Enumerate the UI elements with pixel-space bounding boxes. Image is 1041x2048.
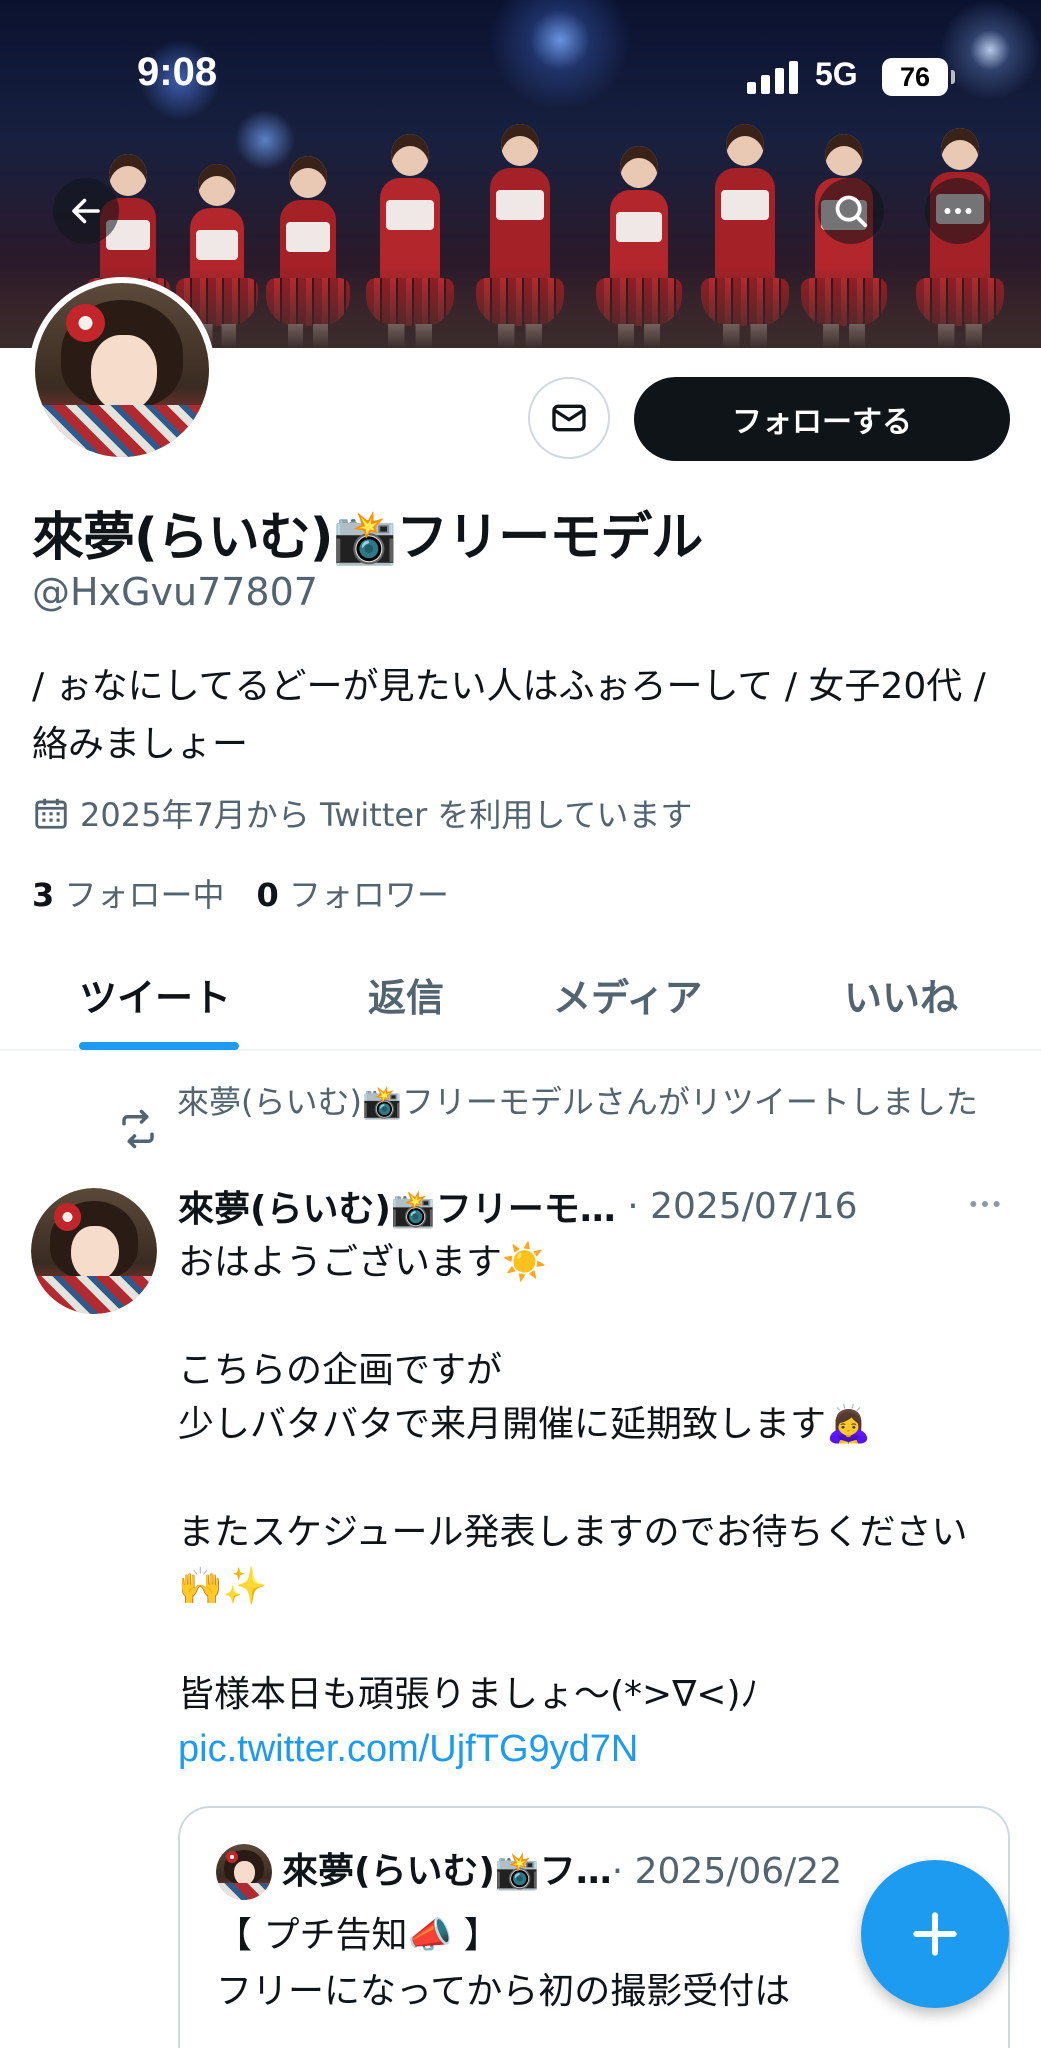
compose-tweet-button[interactable]	[861, 1860, 1009, 2008]
avatar-image	[35, 283, 209, 457]
retweet-text[interactable]: 來夢(らいむ)📸フリーモデルさんがリツイートしました	[177, 1080, 978, 1161]
profile-bio: / ぉなにしてるどーが見たい人はふぉろーして / 女子20代 / 絡みましょー	[32, 666, 986, 765]
more-icon	[970, 1201, 1000, 1207]
quote-header: 來夢(らいむ)📸フ…· 2025/06/22	[282, 1842, 842, 1894]
tweet-date[interactable]: · 2025/07/16	[627, 1186, 857, 1227]
mail-icon	[552, 404, 586, 432]
following-link[interactable]: 3 フォロー中	[32, 876, 224, 914]
followers-label: フォロワー	[288, 876, 449, 914]
status-time: 9:08	[137, 50, 218, 94]
tweet-text: おはようございます☀️ こちらの企画ですが 少しバタバタで来月開催に延期致します…	[178, 1242, 968, 1715]
joined-text: 2025年7月から Twitter を利用しています	[80, 796, 693, 834]
profile-avatar[interactable]	[29, 277, 215, 463]
follow-stats: 3 フォロー中 0 フォロワー	[32, 870, 449, 916]
tab-likes[interactable]: いいね	[844, 967, 958, 1022]
retweet-notice: 來夢(らいむ)📸フリーモデルさんがリツイートしました	[117, 1080, 1017, 1161]
calendar-icon	[35, 798, 67, 829]
follow-button[interactable]: フォローする	[634, 377, 1010, 461]
followers-link[interactable]: 0 フォロワー	[256, 876, 448, 914]
quote-avatar	[216, 1844, 272, 1900]
status-bar: 9:08 5G 76	[0, 0, 1041, 150]
more-button[interactable]	[925, 178, 991, 244]
tweet-avatar[interactable]	[31, 1188, 157, 1314]
quote-author: 來夢(らいむ)📸フ…	[282, 1851, 612, 1892]
retweet-icon	[122, 1109, 154, 1149]
avatar-image	[31, 1188, 157, 1314]
avatar-image	[216, 1844, 272, 1900]
back-button[interactable]	[53, 178, 119, 244]
following-count: 3	[32, 876, 55, 914]
search-button[interactable]	[818, 178, 884, 244]
following-label: フォロー中	[64, 876, 225, 914]
quote-date: · 2025/06/22	[611, 1851, 843, 1892]
search-icon	[835, 195, 868, 228]
tweet-header: 來夢(らいむ)📸フリーモ… · 2025/07/16	[178, 1180, 1008, 1232]
back-arrow-icon	[72, 198, 100, 224]
quote-text: 【 プチ告知📣 】 フリーになってから初の撮影受付は	[216, 1915, 791, 2012]
tab-tweets[interactable]: ツイート	[79, 967, 231, 1022]
signal-icon	[747, 60, 799, 94]
tweet-author[interactable]: 來夢(らいむ)📸フリーモ…	[178, 1180, 616, 1232]
tweet-more-button[interactable]	[965, 1184, 1005, 1228]
plus-icon	[913, 1912, 957, 1956]
tweet-media-link[interactable]: pic.twitter.com/UjfTG9yd7N	[178, 1728, 638, 1771]
more-icon	[944, 208, 972, 214]
network-type: 5G	[815, 56, 858, 92]
tab-media[interactable]: メディア	[553, 967, 702, 1022]
tab-replies[interactable]: 返信	[368, 967, 444, 1022]
battery-icon: 76	[882, 58, 955, 96]
joined-date: 2025年7月から Twitter を利用しています	[32, 790, 692, 836]
display-name: 來夢(らいむ)📸フリーモデル	[32, 508, 703, 568]
profile-tabs: ツイート 返信 メディア いいね	[0, 945, 1041, 1051]
user-handle: @HxGvu77807	[32, 570, 318, 614]
active-tab-indicator	[79, 1042, 239, 1050]
followers-count: 0	[256, 876, 279, 914]
message-button[interactable]	[528, 377, 610, 459]
